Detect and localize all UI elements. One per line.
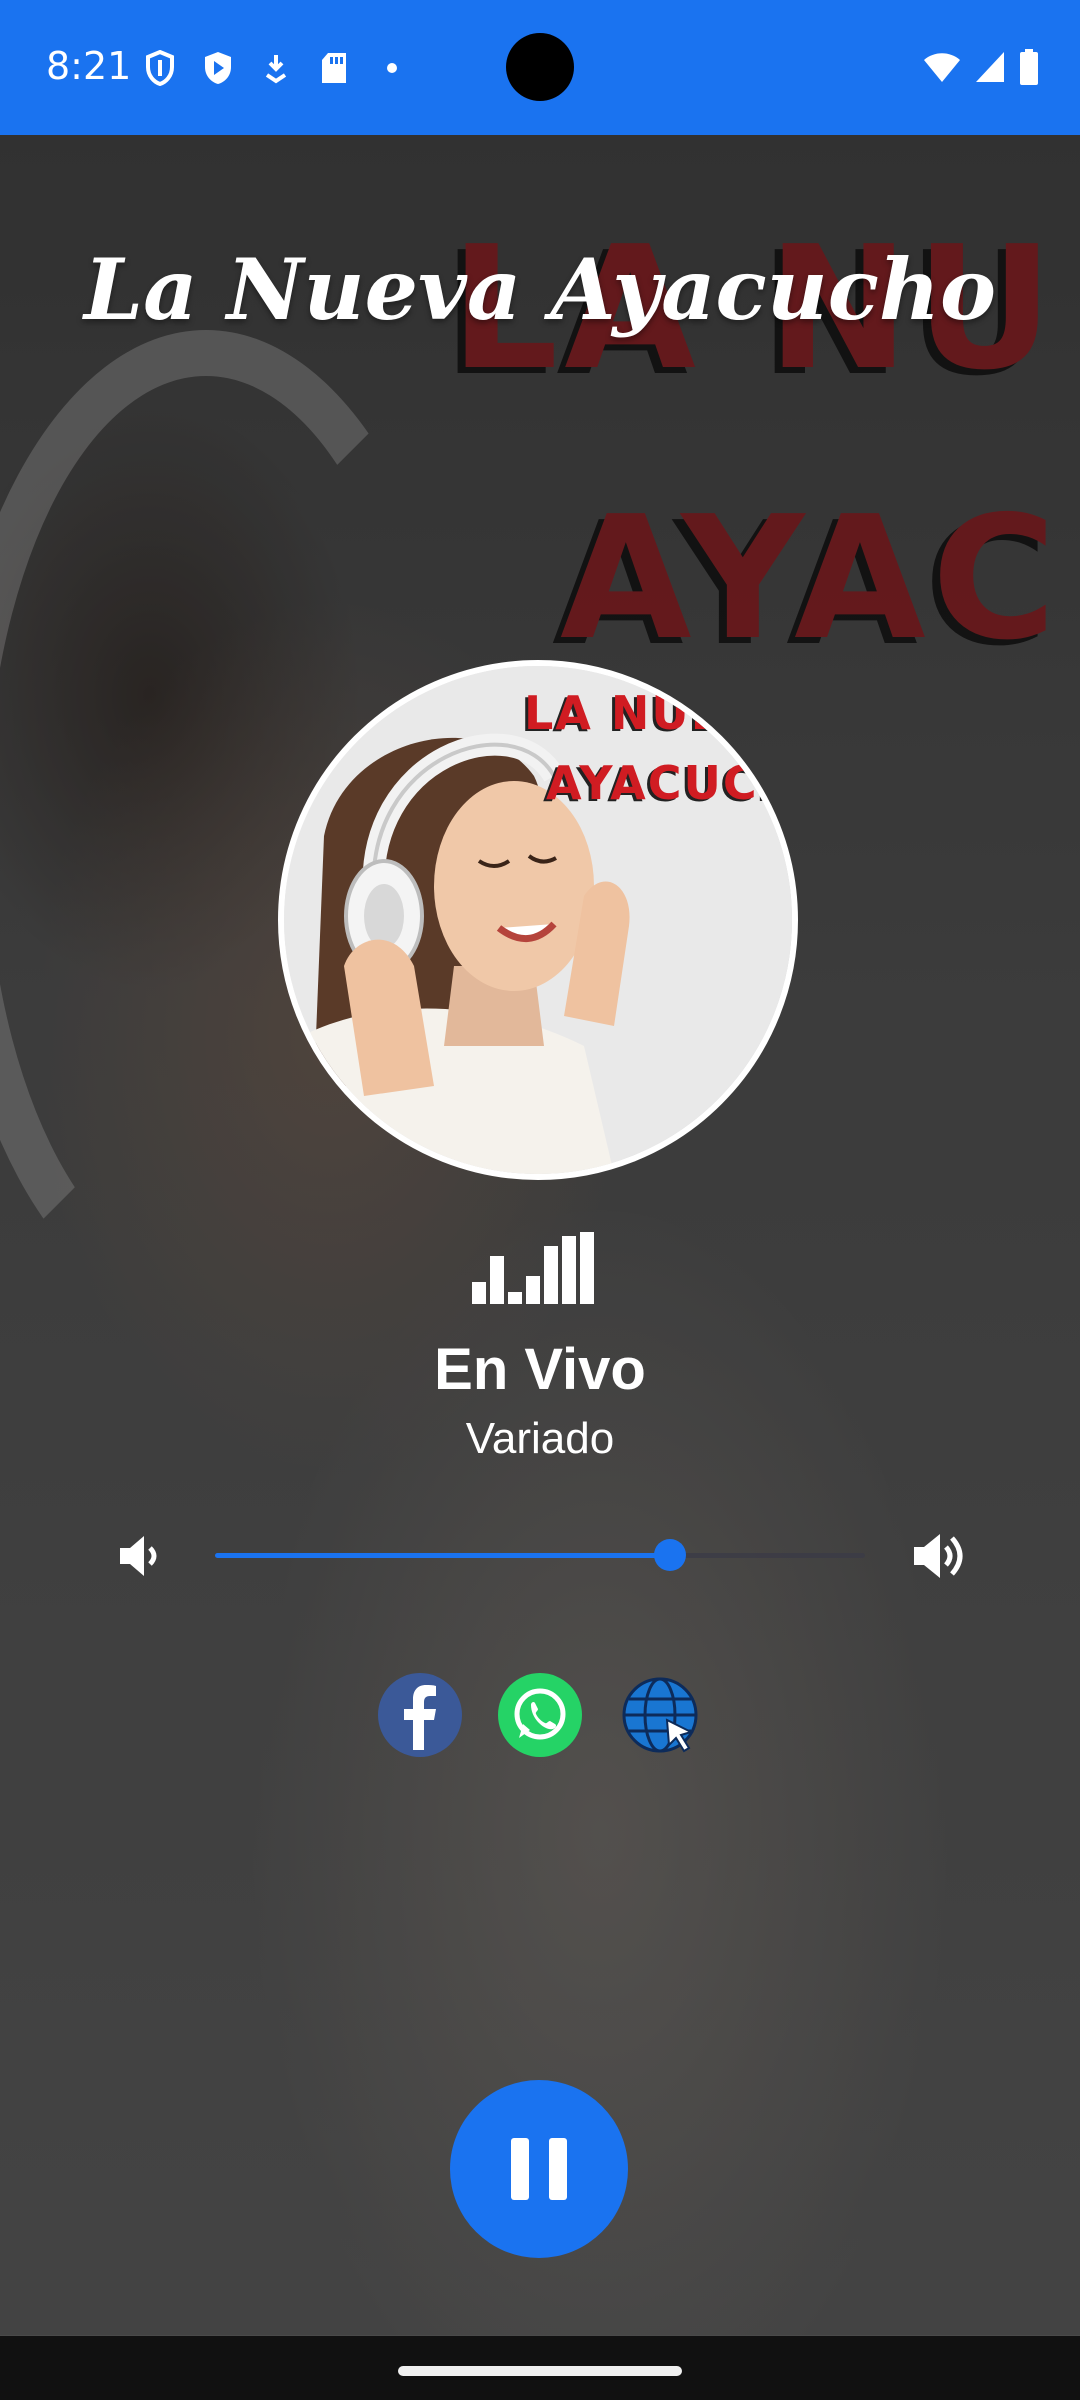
volume-low-icon[interactable] <box>118 1534 164 1578</box>
volume-control <box>0 1520 1080 1590</box>
cover-logo-text: AYACUCH <box>546 756 798 810</box>
download-icon <box>258 48 294 88</box>
volume-slider-thumb[interactable] <box>654 1539 686 1571</box>
station-cover-art: LA NUE AYACUCH <box>278 660 798 1180</box>
whatsapp-icon <box>498 1673 582 1757</box>
status-icons-right <box>922 48 1040 91</box>
volume-slider[interactable] <box>215 1539 865 1571</box>
radio-player-screen: 8:21 LA NU AYAC La Nueva Ayacucho LA NUE… <box>0 0 1080 2400</box>
social-links <box>0 1672 1080 1762</box>
navigation-bar <box>0 2336 1080 2400</box>
volume-slider-fill <box>215 1553 670 1558</box>
camera-cutout <box>506 33 574 101</box>
whatsapp-button[interactable] <box>497 1672 583 1758</box>
website-button[interactable] <box>617 1672 703 1758</box>
sd-card-icon <box>316 48 352 88</box>
pause-button[interactable] <box>450 2080 628 2258</box>
signal-icon <box>974 50 1006 89</box>
cover-photo <box>284 666 792 1174</box>
cover-logo-text: LA NUE <box>524 686 725 740</box>
play-protect-icon <box>200 48 236 88</box>
dot-icon <box>374 48 410 88</box>
now-playing-title: En Vivo <box>434 1337 646 1402</box>
battery-icon <box>1018 48 1040 91</box>
equalizer-icon <box>472 1232 594 1304</box>
facebook-button[interactable] <box>377 1672 463 1758</box>
status-time: 8:21 <box>46 44 132 88</box>
home-indicator[interactable] <box>398 2366 682 2376</box>
now-playing-genre: Variado <box>465 1414 615 1463</box>
status-bar: 8:21 <box>0 0 1080 135</box>
wifi-icon <box>922 50 962 89</box>
pause-icon <box>511 2138 567 2200</box>
station-title: La Nueva Ayacucho <box>84 240 996 339</box>
shield-icon <box>142 48 178 88</box>
status-icons-left <box>142 48 410 88</box>
volume-high-icon[interactable] <box>912 1532 968 1580</box>
